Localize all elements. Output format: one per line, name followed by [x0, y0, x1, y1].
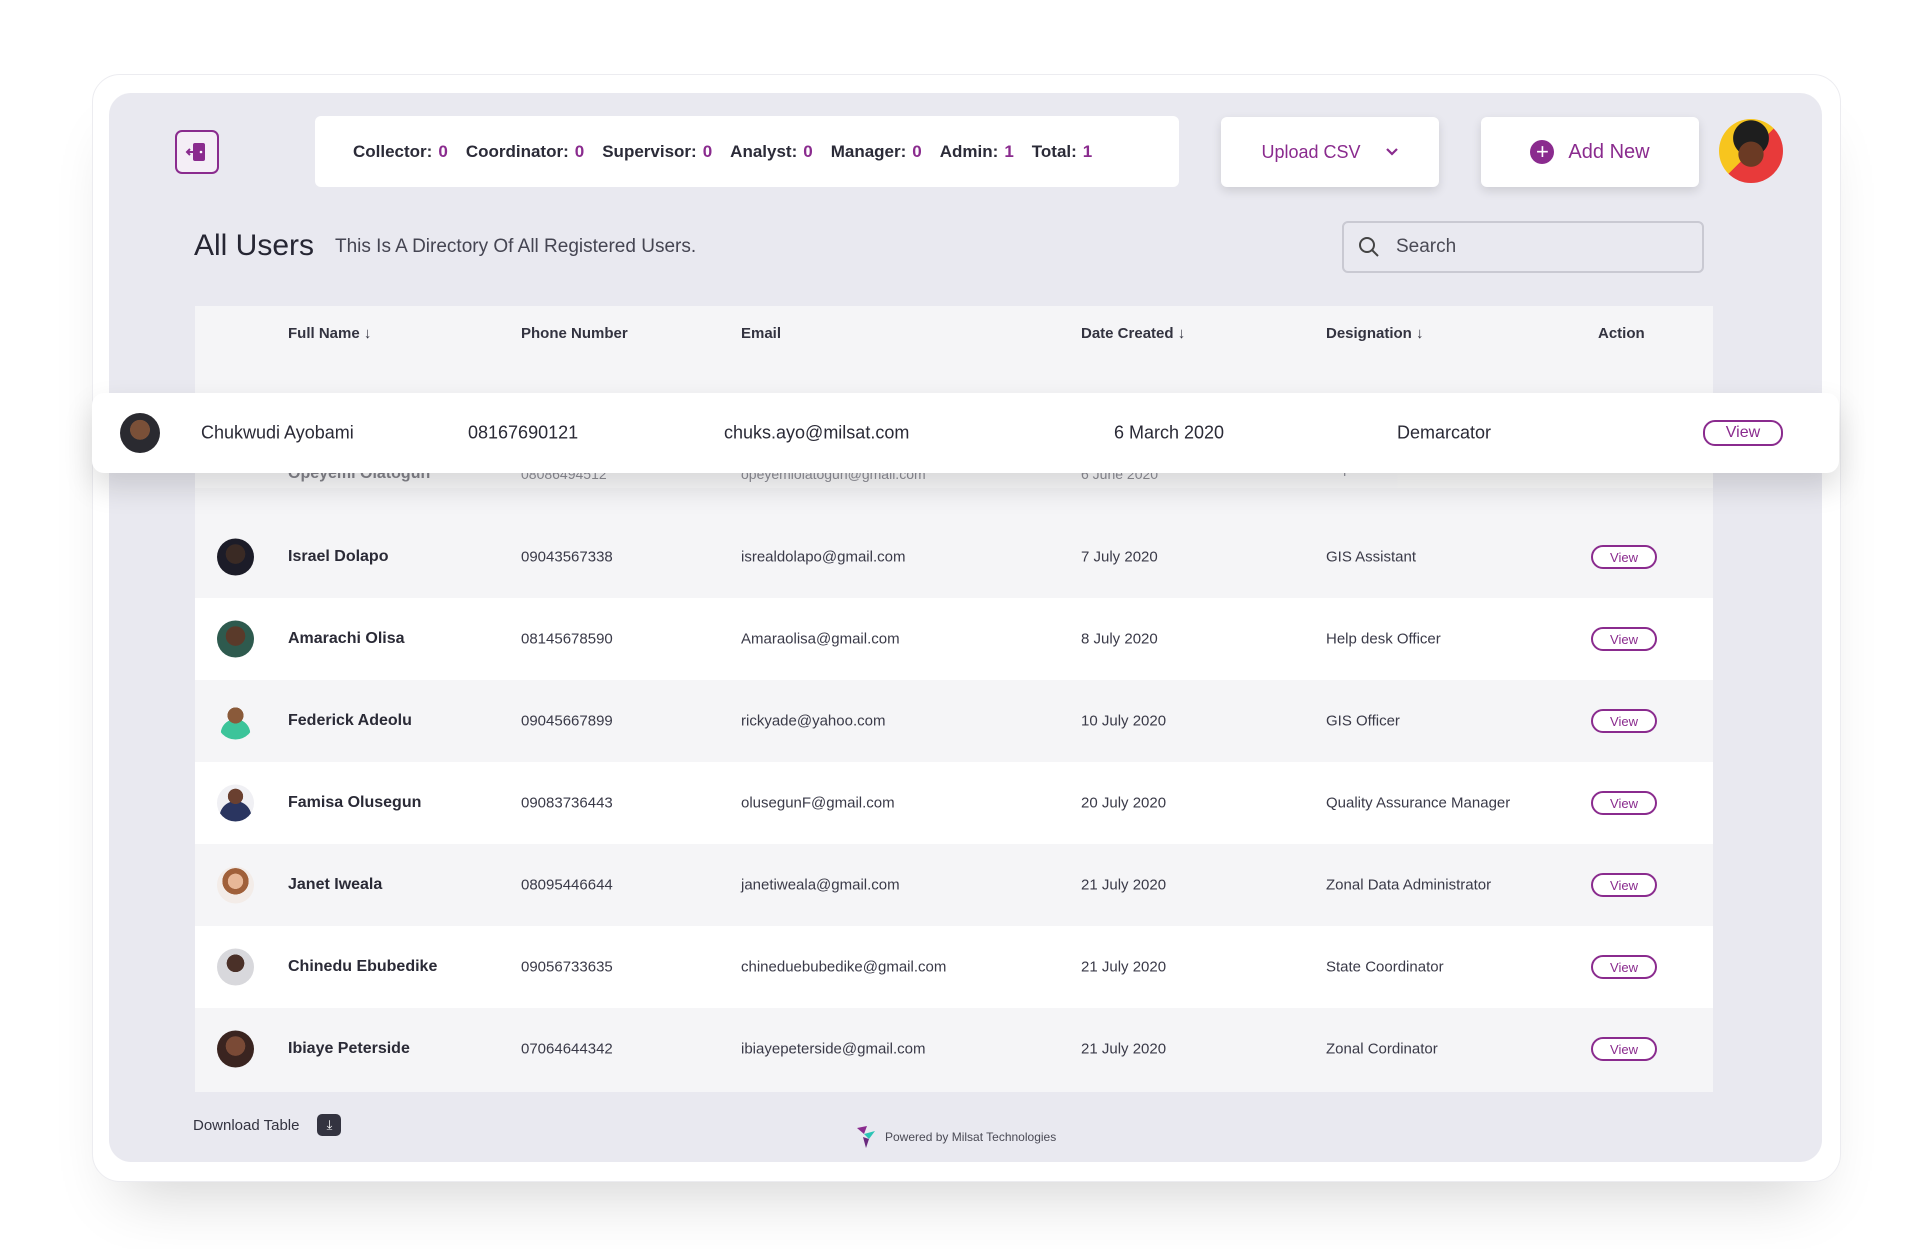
stat-analyst: Analyst: 0: [730, 141, 813, 161]
highlight-name: Chukwudi Ayobami: [201, 422, 354, 443]
user-avatar[interactable]: [1719, 119, 1783, 183]
header-action: Action: [1598, 325, 1645, 342]
view-button[interactable]: View: [1591, 873, 1657, 897]
table-row: Federick Adeolu 09045667899 rickyade@yah…: [195, 680, 1713, 762]
table-row: Amarachi Olisa 08145678590 Amaraolisa@gm…: [195, 598, 1713, 680]
table-row: Israel Dolapo 09043567338 isrealdolapo@g…: [195, 516, 1713, 598]
highlight-phone: 08167690121: [468, 422, 579, 443]
powered-by-text: Powered by Milsat Technologies: [885, 1130, 1057, 1144]
avatar: [217, 620, 254, 658]
page-subtitle: This Is A Directory Of All Registered Us…: [335, 236, 697, 257]
avatar: [217, 948, 254, 986]
highlight-email: chuks.ayo@milsat.com: [724, 422, 910, 443]
header-phone: Phone Number: [521, 325, 628, 342]
view-button[interactable]: View: [1591, 791, 1657, 815]
logout-button[interactable]: [175, 130, 219, 174]
stat-total: Total: 1: [1031, 141, 1093, 161]
highlight-designation: Demarcator: [1397, 422, 1492, 443]
download-table-button[interactable]: Download Table ⤓: [193, 1114, 342, 1136]
add-new-label: Add New: [1568, 140, 1650, 163]
table-row: Janet Iweala 08095446644 janetiweala@gma…: [195, 844, 1713, 926]
milsat-logo-icon: [857, 1126, 875, 1148]
avatar: [217, 538, 254, 576]
user-stats-bar: Collector: 0 Coordinator: 0 Supervisor: 0 A…: [315, 116, 1179, 187]
plus-icon: +: [1530, 140, 1555, 164]
avatar: [217, 702, 254, 740]
search-input[interactable]: [1394, 235, 1678, 259]
header-date-created[interactable]: Date Created ↓: [1081, 325, 1185, 342]
highlight-date: 6 March 2020: [1114, 422, 1225, 443]
stat-collector: Collector: 0: [353, 141, 448, 161]
avatar: [217, 784, 254, 822]
download-icon: ⤓: [317, 1114, 342, 1136]
view-button[interactable]: View: [1703, 420, 1783, 446]
search-icon: [1359, 237, 1379, 257]
add-new-button[interactable]: + Add New: [1481, 117, 1699, 187]
chevron-down-icon: [1385, 148, 1398, 156]
stat-coordinator: Coordinator: 0: [465, 141, 585, 161]
upload-csv-label: Upload CSV: [1261, 141, 1361, 162]
app-panel: Collector: 0 Coordinator: 0 Supervisor: 0 A…: [109, 93, 1822, 1162]
table-row: Chinedu Ebubedike 09056733635 chineduebu…: [195, 926, 1713, 1008]
view-button[interactable]: View: [1591, 1037, 1657, 1061]
view-button[interactable]: View: [1591, 627, 1657, 651]
upload-csv-button[interactable]: Upload CSV: [1221, 117, 1439, 187]
table-row: Famisa Olusegun 09083736443 olusegunF@gm…: [195, 762, 1713, 844]
logout-icon: [185, 143, 205, 161]
avatar: [120, 413, 160, 453]
stat-admin: Admin: 1: [939, 141, 1014, 161]
view-button[interactable]: View: [1591, 955, 1657, 979]
table-row: Ibiaye Peterside 07064644342 ibiayepeter…: [195, 1008, 1713, 1090]
powered-by: Powered by Milsat Technologies: [855, 1125, 1056, 1149]
header-designation[interactable]: Designation ↓: [1326, 325, 1424, 342]
header-email: Email: [741, 325, 782, 342]
table-header: Full Name ↓ Phone Number Email Date Crea…: [195, 306, 1713, 361]
download-table-label: Download Table: [193, 1116, 300, 1134]
highlighted-table-row[interactable]: Chukwudi Ayobami 08167690121 chuks.ayo@m…: [92, 393, 1839, 473]
avatar: [217, 1030, 254, 1068]
stat-manager: Manager: 0: [830, 141, 922, 161]
view-button[interactable]: View: [1591, 545, 1657, 569]
avatar: [217, 866, 254, 904]
page-title: All Users: [194, 229, 315, 262]
header-full-name[interactable]: Full Name ↓: [288, 325, 371, 342]
search-box[interactable]: [1342, 221, 1704, 273]
stat-supervisor: Supervisor: 0: [602, 141, 713, 161]
view-button[interactable]: View: [1591, 709, 1657, 733]
